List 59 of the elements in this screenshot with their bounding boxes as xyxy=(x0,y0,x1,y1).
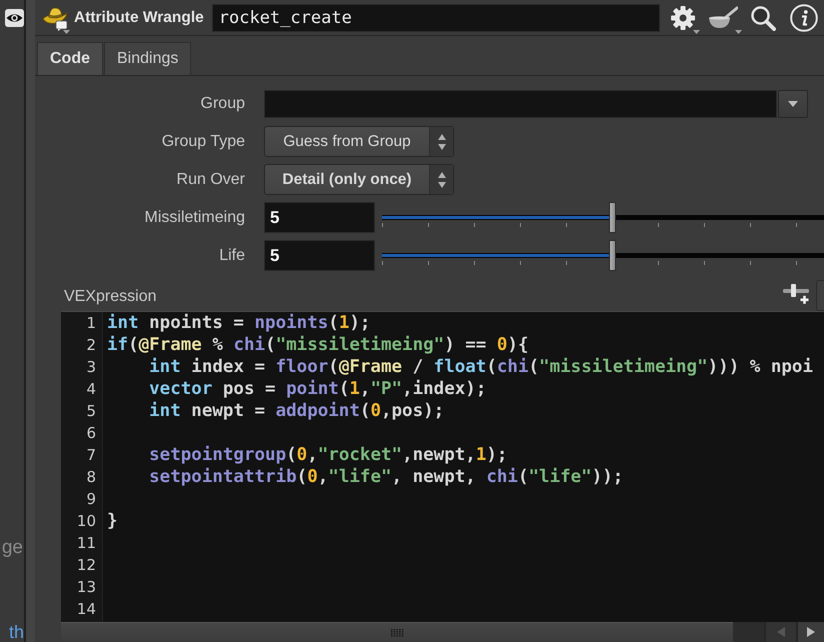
cowboy-hat-icon[interactable] xyxy=(42,4,68,30)
pan-icon[interactable] xyxy=(708,6,738,30)
right-arrow-icon xyxy=(807,627,815,637)
line-number: 10 xyxy=(76,511,96,532)
code-line: int index = floor(@Frame / float(chi("missiletimeing"))) % npoi xyxy=(148,356,813,378)
info-icon[interactable] xyxy=(790,4,818,32)
line-number: 9 xyxy=(86,489,96,510)
slider-thumb[interactable] xyxy=(608,202,616,233)
code-line: vector pos = point(1,"P",index); xyxy=(148,378,486,400)
code-line: setpointattrib(0,"life", newpt, chi("life")); xyxy=(148,466,624,488)
gear-icon[interactable] xyxy=(670,4,696,30)
tab[interactable]: Bindings xyxy=(104,42,192,75)
line-number: 8 xyxy=(86,467,96,488)
group-field[interactable] xyxy=(264,90,777,118)
value-field[interactable]: 5 xyxy=(264,202,375,233)
parameter-label: Missiletimeing xyxy=(144,208,245,226)
scroll-right-button[interactable] xyxy=(796,622,824,642)
line-number: 4 xyxy=(86,379,96,400)
code-line: int npoints = npoints(1); xyxy=(107,312,370,334)
line-number: 3 xyxy=(86,357,96,378)
code-line: } xyxy=(107,510,118,532)
menu-button[interactable]: Guess from Group xyxy=(264,126,454,157)
up-down-arrows-icon xyxy=(436,170,446,188)
line-number: 6 xyxy=(86,423,96,444)
group-menu-button[interactable] xyxy=(778,90,808,118)
caret-icon[interactable] xyxy=(693,30,700,34)
eye-icon[interactable] xyxy=(5,8,24,28)
line-number: 11 xyxy=(76,533,96,554)
slider-thumb[interactable] xyxy=(608,240,616,271)
line-number: 13 xyxy=(76,577,96,598)
link-text[interactable]: th xyxy=(8,622,24,642)
left-arrow-icon xyxy=(777,627,785,637)
line-number: 5 xyxy=(86,401,96,422)
parameter-label: Run Over xyxy=(176,170,245,188)
caret-icon[interactable] xyxy=(735,30,742,34)
parameter-label: Life xyxy=(219,246,245,264)
node-type-label: Attribute Wrangle xyxy=(74,8,204,26)
code-line: if(@Frame % chi("missiletimeing") == 0){ xyxy=(107,334,528,356)
code-line: int newpt = addpoint(0,pos); xyxy=(148,400,444,422)
caret-icon[interactable] xyxy=(63,30,70,34)
parameter-label: Group xyxy=(200,94,245,112)
grip-icon xyxy=(390,628,404,636)
line-number: 12 xyxy=(76,555,96,576)
menu-button[interactable]: Detail (only once) xyxy=(264,164,454,195)
value-field[interactable]: 5 xyxy=(264,240,375,271)
node-name-field[interactable]: rocket_create xyxy=(212,4,660,32)
line-number: 1 xyxy=(86,313,96,334)
slider-plus-icon[interactable] xyxy=(782,281,810,305)
line-number: 7 xyxy=(86,445,96,466)
caret-icon xyxy=(788,100,798,106)
parameter-label: Group Type xyxy=(162,132,245,150)
search-icon[interactable] xyxy=(750,4,776,30)
tab[interactable]: Code xyxy=(37,42,103,75)
pane-text: ge xyxy=(0,536,24,560)
code-line: setpointgroup(0,"rocket",newpt,1); xyxy=(148,444,508,466)
line-number: 14 xyxy=(76,599,96,620)
line-number: 2 xyxy=(86,335,96,356)
section-label: VEXpression xyxy=(64,288,156,307)
up-down-arrows-icon xyxy=(436,132,446,150)
